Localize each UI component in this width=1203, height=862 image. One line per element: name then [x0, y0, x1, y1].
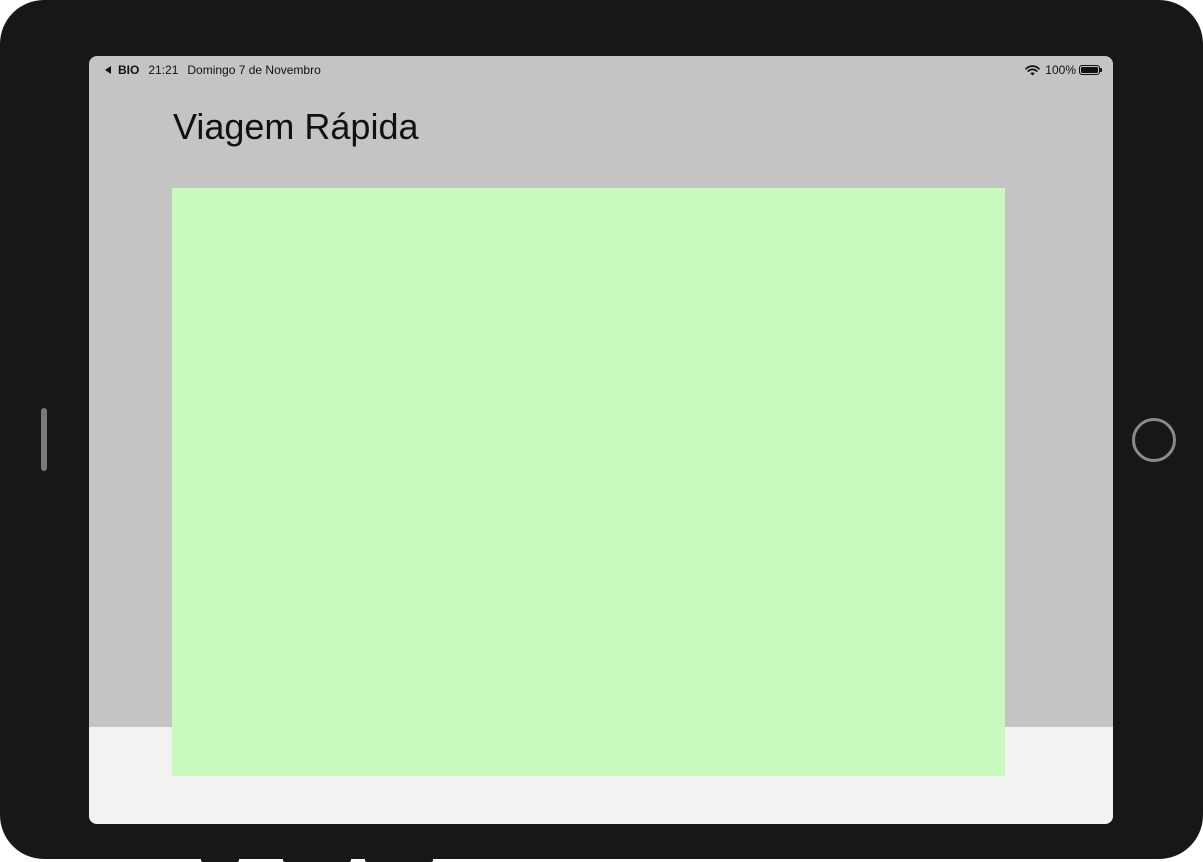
status-bar: BIO 21:21 Domingo 7 de Novembro 100% — [89, 56, 1113, 84]
status-right: 100% — [1025, 63, 1102, 77]
page-title: Viagem Rápida — [173, 106, 419, 147]
home-button[interactable] — [1132, 418, 1176, 462]
device-bottom-tab — [201, 857, 239, 862]
status-time: 21:21 — [148, 63, 179, 77]
content-panel — [172, 188, 1005, 776]
device-bottom-tab — [283, 857, 351, 862]
device-bottom-tab — [365, 857, 433, 862]
wifi-icon — [1025, 64, 1041, 75]
back-to-app-link[interactable]: BIO — [118, 63, 139, 77]
battery-percent: 100% — [1045, 63, 1076, 77]
side-button — [41, 408, 47, 471]
screen: BIO 21:21 Domingo 7 de Novembro 100% Via… — [89, 56, 1113, 824]
ipad-device-frame: BIO 21:21 Domingo 7 de Novembro 100% Via… — [0, 0, 1203, 859]
battery-fill — [1081, 67, 1098, 73]
battery-cap — [1100, 68, 1102, 72]
status-date: Domingo 7 de Novembro — [187, 63, 321, 77]
status-left: BIO 21:21 Domingo 7 de Novembro — [105, 63, 321, 77]
battery-icon — [1079, 65, 1102, 75]
back-arrow-icon[interactable] — [105, 66, 111, 74]
